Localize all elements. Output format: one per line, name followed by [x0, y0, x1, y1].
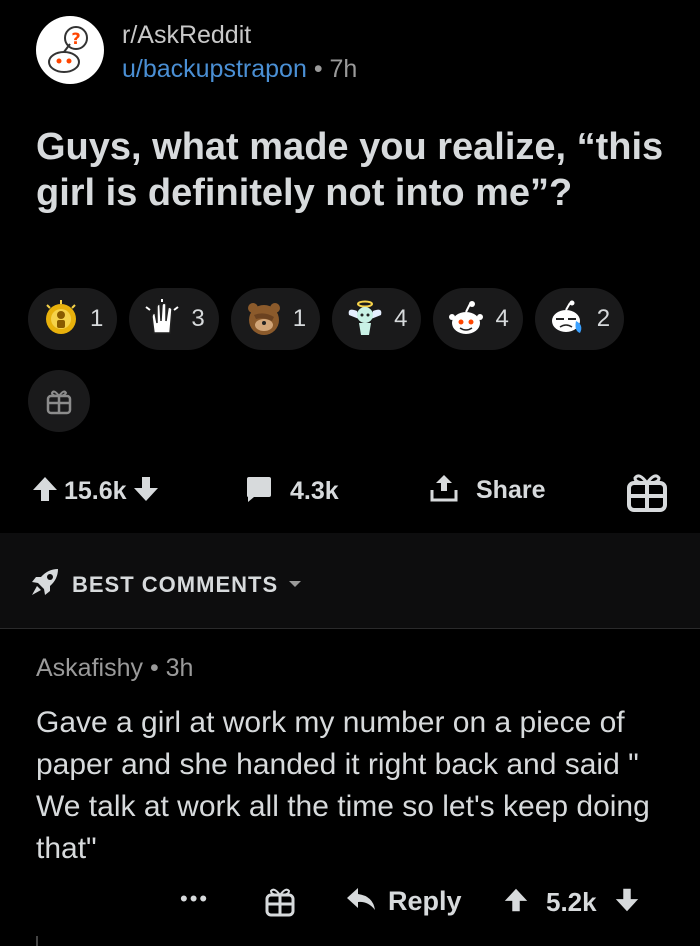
downvote-arrow-icon[interactable] — [131, 474, 161, 509]
award-chip[interactable]: 4 — [433, 288, 523, 350]
award-chip[interactable]: 1 — [230, 288, 321, 350]
post-title[interactable]: Guys, what made you realize, “this girl … — [36, 124, 676, 216]
rocket-icon — [30, 567, 60, 602]
thread-line — [36, 936, 38, 946]
gift-icon — [265, 888, 295, 917]
gift-icon — [46, 390, 72, 415]
reply-label: Reply — [388, 886, 462, 916]
comment-age: 3h — [165, 654, 194, 682]
byline-separator: • — [313, 55, 323, 83]
facepalm-bear-award-icon — [241, 296, 287, 342]
askreddit-snoo-icon[interactable]: ? — [36, 16, 104, 84]
award-count: 2 — [596, 305, 611, 332]
gold-award-icon — [38, 296, 84, 342]
downvote-arrow-icon[interactable] — [613, 886, 641, 919]
award-count: 1 — [90, 305, 104, 332]
comment-author[interactable]: Askafishy — [36, 654, 143, 682]
silver-snoo-award-icon — [443, 296, 489, 342]
comment-sort-bar[interactable]: BEST COMMENTS — [0, 533, 700, 629]
award-chip[interactable]: 3 — [129, 288, 219, 350]
post-action-bar: 15.6k 4.3k Share — [30, 466, 670, 516]
comments-count: 4.3k — [290, 477, 339, 505]
post-byline: u/backupstrapon • 7h — [122, 52, 357, 86]
upvote-arrow-icon[interactable] — [30, 474, 60, 509]
comment-separator: • — [149, 654, 159, 682]
award-chip[interactable]: 1 — [28, 288, 118, 350]
sort-selector[interactable]: BEST COMMENTS — [30, 567, 302, 602]
award-count: 3 — [191, 305, 205, 332]
comment-score: 5.2k — [546, 887, 597, 917]
svg-text:?: ? — [71, 29, 80, 48]
author-username[interactable]: u/backupstrapon — [122, 55, 307, 83]
award-count: 4 — [495, 305, 509, 332]
comment-meta: Askafishy • 3h — [36, 650, 676, 686]
chevron-down-icon — [288, 576, 302, 594]
award-count: 1 — [292, 305, 307, 332]
more-options-button[interactable]: ••• — [180, 886, 209, 912]
give-award-button[interactable] — [28, 370, 90, 432]
angel-award-icon — [342, 296, 388, 342]
comment-vote-group: 5.2k — [502, 886, 641, 919]
awards-row: 1 3 1 4 4 2 — [28, 288, 636, 350]
upvote-arrow-icon[interactable] — [502, 886, 530, 919]
award-chip[interactable]: 4 — [332, 288, 422, 350]
crying-snoo-award-icon — [545, 296, 591, 342]
comment: Askafishy • 3h Gave a girl at work my nu… — [36, 650, 676, 870]
reply-button[interactable]: Reply — [346, 886, 462, 917]
comment-award-button[interactable] — [264, 886, 296, 923]
post-score: 15.6k — [64, 477, 127, 505]
comment-action-bar: ••• Reply 5.2k — [0, 880, 700, 930]
post-header: ? r/AskReddit u/backupstrapon • 7h — [36, 16, 357, 86]
award-button[interactable] — [626, 472, 668, 517]
gift-icon — [627, 474, 667, 512]
post-meta: r/AskReddit u/backupstrapon • 7h — [122, 20, 357, 86]
reply-arrow-icon — [346, 886, 376, 917]
share-icon — [428, 472, 460, 509]
comment-body: Gave a girl at work my number on a piece… — [36, 706, 650, 865]
award-count: 4 — [394, 305, 408, 332]
subreddit-name[interactable]: r/AskReddit — [122, 20, 357, 50]
share-button[interactable]: Share — [428, 472, 545, 509]
clapping-hands-award-icon — [139, 296, 185, 342]
vote-group: 15.6k — [30, 474, 161, 509]
post-age: 7h — [329, 55, 358, 83]
comment-bubble-icon — [244, 474, 274, 509]
share-label: Share — [476, 476, 546, 504]
award-chip[interactable]: 2 — [534, 288, 625, 350]
comments-button[interactable]: 4.3k — [244, 474, 339, 509]
reddit-post-page: ? r/AskReddit u/backupstrapon • 7h Guys,… — [0, 0, 700, 946]
sort-label: BEST COMMENTS — [72, 571, 279, 597]
